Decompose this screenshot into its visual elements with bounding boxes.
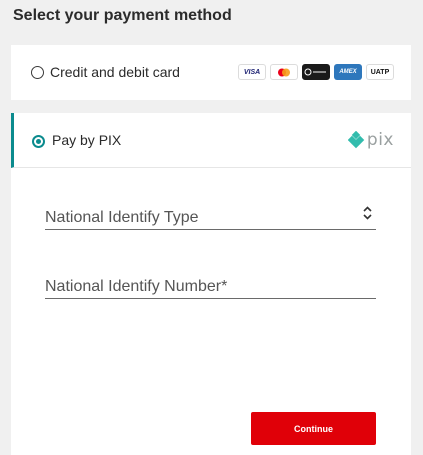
amex-icon: AMEX xyxy=(334,64,362,80)
continue-button[interactable]: Continue xyxy=(251,412,376,445)
diners-club-icon xyxy=(302,64,330,80)
card-radio[interactable] xyxy=(31,66,44,79)
pix-logo-text: pix xyxy=(366,130,394,150)
pix-panel: Pay by PIX pix National Identify Type Na… xyxy=(11,113,411,455)
pix-option-label: Pay by PIX xyxy=(52,132,122,148)
id-number-input[interactable]: National Identify Number* xyxy=(45,269,376,299)
id-number-placeholder: National Identify Number* xyxy=(45,278,228,295)
card-option-label: Credit and debit card xyxy=(50,64,180,80)
pix-diamond-icon xyxy=(347,131,365,149)
mastercard-icon xyxy=(270,64,298,80)
pix-radio[interactable] xyxy=(32,135,45,148)
select-arrows-icon xyxy=(363,206,372,220)
pix-logo: pix xyxy=(347,130,394,150)
visa-icon: VISA xyxy=(238,64,266,80)
id-type-placeholder: National Identify Type xyxy=(45,209,199,226)
page-title: Select your payment method xyxy=(13,7,232,24)
uatp-icon: UATP xyxy=(366,64,394,80)
id-type-select[interactable]: National Identify Type xyxy=(45,200,376,230)
card-logos: VISA AMEX UATP xyxy=(238,64,394,80)
payment-option-card[interactable]: Credit and debit card VISA AMEX UATP xyxy=(11,45,411,100)
payment-option-pix[interactable]: Pay by PIX pix xyxy=(11,113,411,168)
